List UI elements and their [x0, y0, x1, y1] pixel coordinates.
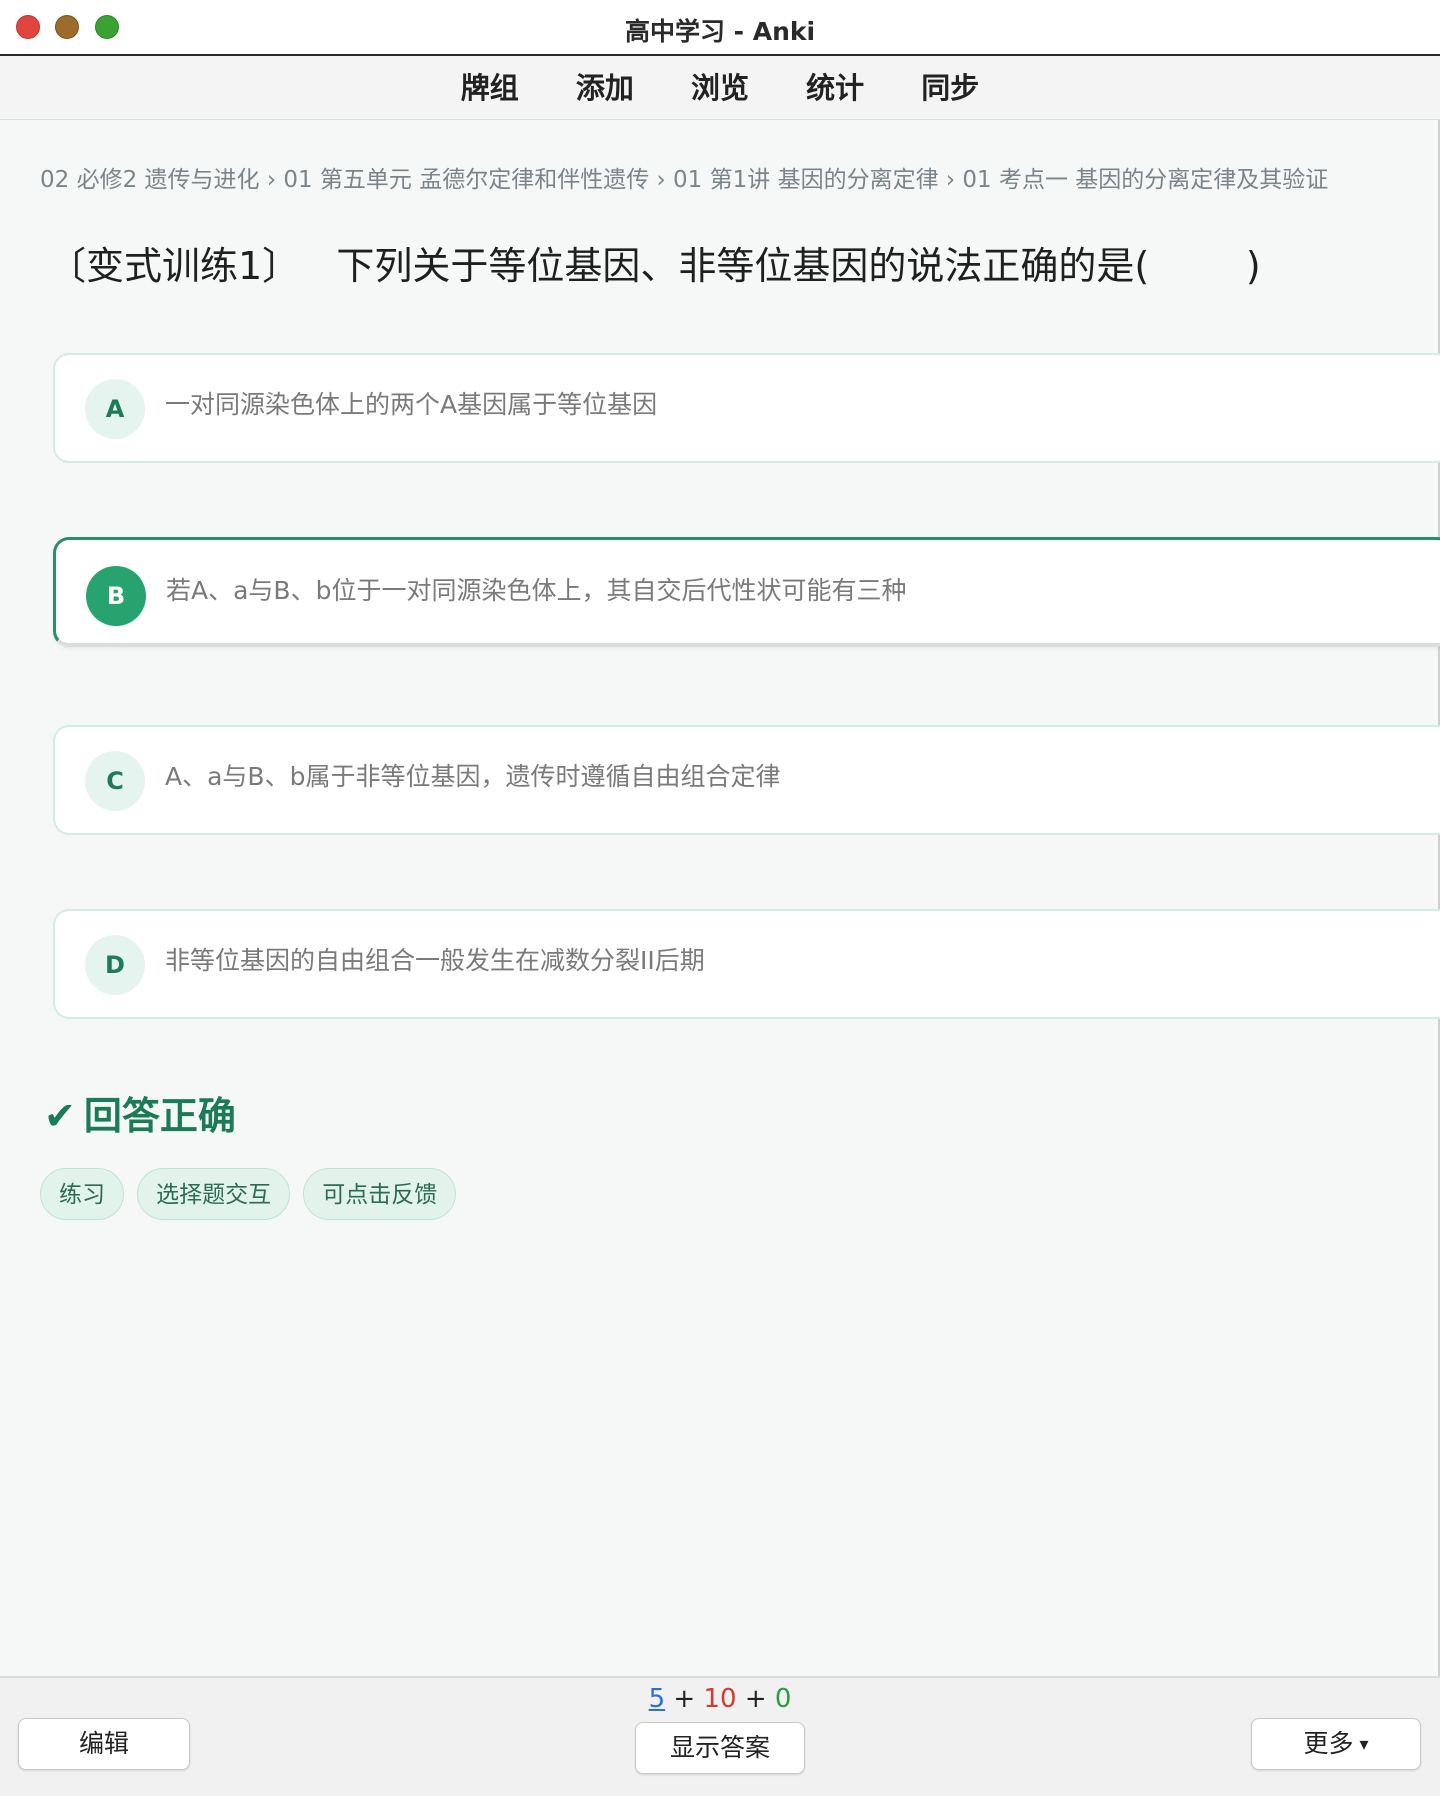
toolbar-decks[interactable]: 牌组	[461, 56, 519, 120]
option-a[interactable]: A 一对同源染色体上的两个A基因属于等位基因	[53, 353, 1440, 463]
checkmark-icon: ✔	[44, 1094, 76, 1138]
review-count: 0	[774, 1684, 792, 1714]
toolbar-browse[interactable]: 浏览	[691, 56, 749, 120]
answer-result: ✔ 回答正确	[44, 1085, 236, 1140]
tag-practice: 练习	[40, 1168, 124, 1220]
option-d[interactable]: D 非等位基因的自由组合一般发生在减数分裂II后期	[53, 909, 1440, 1019]
option-c-letter: C	[85, 751, 145, 811]
chevron-down-icon: ▾	[1359, 1734, 1369, 1755]
edit-button[interactable]: 编辑	[18, 1718, 190, 1770]
more-button[interactable]: 更多 ▾	[1251, 1718, 1421, 1770]
toolbar-add[interactable]: 添加	[576, 56, 634, 120]
option-d-text: 非等位基因的自由组合一般发生在减数分裂II后期	[165, 946, 705, 975]
option-c[interactable]: C A、a与B、b属于非等位基因，遗传时遵循自由组合定律	[53, 725, 1440, 835]
option-b[interactable]: B 若A、a与B、b位于一对同源染色体上，其自交后代性状可能有三种	[53, 537, 1440, 647]
question-text: 〔变式训练1〕 下列关于等位基因、非等位基因的说法正确的是( )	[48, 244, 1261, 288]
due-counts: 5 + 10 + 0	[0, 1684, 1440, 1714]
toolbar-sync[interactable]: 同步	[921, 56, 979, 120]
main-toolbar: 牌组 添加 浏览 统计 同步	[0, 56, 1440, 120]
option-b-letter: B	[86, 566, 146, 626]
option-b-text: 若A、a与B、b位于一对同源染色体上，其自交后代性状可能有三种	[166, 576, 907, 605]
new-count: 5	[648, 1684, 666, 1714]
learn-count: 10	[703, 1684, 737, 1714]
count-separator: +	[744, 1684, 767, 1714]
review-bottom-bar: 编辑 5 + 10 + 0 显示答案 更多 ▾	[0, 1676, 1440, 1796]
tag-clickable-feedback: 可点击反馈	[303, 1168, 457, 1220]
more-label: 更多	[1303, 1729, 1354, 1758]
show-answer-button[interactable]: 显示答案	[635, 1722, 805, 1774]
option-a-text: 一对同源染色体上的两个A基因属于等位基因	[165, 390, 658, 419]
title-bar: 高中学习 - Anki	[0, 0, 1440, 56]
anki-window: 高中学习 - Anki 牌组 添加 浏览 统计 同步 02 必修2 遗传与进化 …	[0, 0, 1440, 1796]
result-text: 回答正确	[83, 1094, 236, 1138]
deck-breadcrumb: 02 必修2 遗传与进化 › 01 第五单元 孟德尔定律和伴性遗传 › 01 第…	[40, 167, 1329, 193]
count-separator: +	[673, 1684, 696, 1714]
option-d-letter: D	[85, 935, 145, 995]
option-a-letter: A	[85, 379, 145, 439]
toolbar-stats[interactable]: 统计	[806, 56, 864, 120]
card-tags: 练习 选择题交互 可点击反馈	[40, 1168, 464, 1220]
option-c-text: A、a与B、b属于非等位基因，遗传时遵循自由组合定律	[165, 762, 781, 791]
window-title: 高中学习 - Anki	[624, 17, 816, 46]
tag-choice-interaction: 选择题交互	[137, 1168, 291, 1220]
